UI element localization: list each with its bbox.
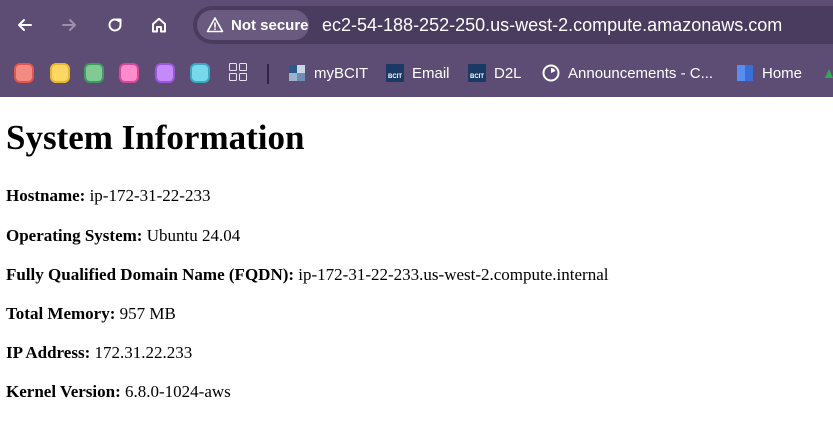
app-shortcut-cyan[interactable] bbox=[190, 63, 210, 83]
field-value: ip-172-31-22-233 bbox=[89, 186, 211, 205]
address-bar[interactable]: Not secure ec2-54-188-252-250.us-west-2.… bbox=[193, 6, 833, 44]
app-shortcut-green[interactable] bbox=[84, 63, 104, 83]
field-label: IP Address: bbox=[6, 343, 91, 362]
app-shortcut-pink[interactable] bbox=[119, 63, 139, 83]
bookmarks-bar: myBCIT BCIT Email BCIT D2L Announcements… bbox=[0, 50, 833, 97]
bookmarks-divider bbox=[267, 64, 269, 84]
forward-button[interactable] bbox=[53, 9, 85, 41]
field-value: 957 MB bbox=[119, 304, 176, 323]
home-button[interactable] bbox=[143, 9, 175, 41]
bookmark-label: myBCIT bbox=[314, 64, 369, 82]
field-value: Ubuntu 24.04 bbox=[146, 226, 241, 245]
app-shortcut-red[interactable] bbox=[14, 63, 34, 83]
browser-chrome: Not secure ec2-54-188-252-250.us-west-2.… bbox=[0, 0, 833, 97]
field-label: Total Memory: bbox=[6, 304, 116, 323]
announcements-icon bbox=[542, 64, 560, 82]
ip-address-row: IP Address: 172.31.22.233 bbox=[6, 343, 192, 363]
bcit-email-icon: BCIT bbox=[386, 64, 404, 82]
field-label: Hostname: bbox=[6, 186, 86, 205]
field-label: Operating System: bbox=[6, 226, 143, 245]
os-row: Operating System: Ubuntu 24.04 bbox=[6, 226, 240, 246]
home-bookmark-icon bbox=[736, 64, 754, 82]
field-value: 172.31.22.233 bbox=[94, 343, 193, 362]
app-shortcut-yellow[interactable] bbox=[50, 63, 70, 83]
bookmark-mybcit[interactable]: myBCIT bbox=[288, 60, 368, 86]
overflow-bookmark-icon[interactable] bbox=[822, 66, 833, 80]
memory-row: Total Memory: 957 MB bbox=[6, 304, 176, 324]
bookmark-label: D2L bbox=[494, 64, 522, 82]
field-value: 6.8.0-1024-aws bbox=[125, 382, 231, 401]
bookmark-announcements[interactable]: Announcements - C... bbox=[542, 60, 713, 86]
back-arrow-icon bbox=[18, 19, 32, 31]
app-shortcut-purple[interactable] bbox=[155, 63, 175, 83]
bcit-d2l-icon: BCIT bbox=[468, 64, 486, 82]
bookmark-home[interactable]: Home bbox=[736, 60, 802, 86]
mybcit-icon bbox=[288, 64, 306, 82]
home-icon bbox=[152, 17, 166, 33]
bookmark-label: Email bbox=[412, 64, 450, 82]
security-indicator[interactable]: Not secure bbox=[197, 10, 309, 40]
field-label: Kernel Version: bbox=[6, 382, 121, 401]
bookmark-label: Announcements - C... bbox=[568, 64, 714, 82]
hostname-row: Hostname: ip-172-31-22-233 bbox=[6, 186, 210, 206]
forward-arrow-icon bbox=[62, 19, 76, 31]
reload-button[interactable] bbox=[99, 9, 131, 41]
toolbar: Not secure ec2-54-188-252-250.us-west-2.… bbox=[0, 0, 833, 50]
bookmark-d2l[interactable]: BCIT D2L bbox=[468, 60, 522, 86]
url-text[interactable]: ec2-54-188-252-250.us-west-2.compute.ama… bbox=[322, 15, 782, 36]
reload-icon bbox=[108, 18, 122, 32]
field-label: Fully Qualified Domain Name (FQDN): bbox=[6, 265, 295, 284]
bookmark-email[interactable]: BCIT Email bbox=[386, 60, 450, 86]
field-value: ip-172-31-22-233.us-west-2.compute.inter… bbox=[298, 265, 609, 284]
page-title: System Information bbox=[6, 118, 305, 157]
apps-grid-icon[interactable] bbox=[229, 63, 249, 83]
back-button[interactable] bbox=[9, 9, 41, 41]
kernel-row: Kernel Version: 6.8.0-1024-aws bbox=[6, 382, 231, 402]
fqdn-row: Fully Qualified Domain Name (FQDN): ip-1… bbox=[6, 265, 608, 285]
bookmark-label: Home bbox=[762, 64, 803, 82]
security-label: Not secure bbox=[231, 16, 309, 34]
warning-triangle-icon bbox=[206, 17, 224, 33]
